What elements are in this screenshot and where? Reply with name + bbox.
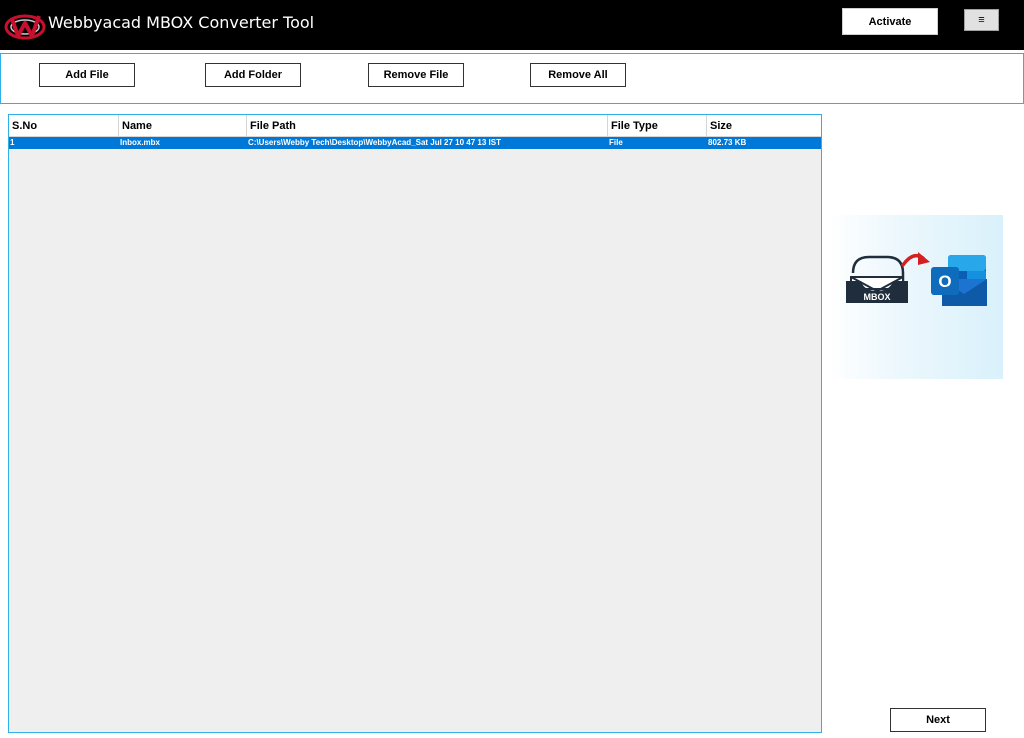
title-bar: Webbyacad MBOX Converter Tool Activate ≡ [0, 0, 1024, 50]
webbyacad-logo [4, 14, 46, 40]
column-header-file-path[interactable]: File Path [247, 115, 608, 136]
arrow-icon [901, 252, 930, 267]
mbox-tray-icon: MBOX [846, 255, 908, 303]
column-header-sno[interactable]: S.No [9, 115, 119, 136]
table-row[interactable]: 1 Inbox.mbx C:\Users\Webby Tech\Desktop\… [9, 137, 821, 149]
cell-size: 802.73 KB [708, 138, 747, 147]
cell-file-path: C:\Users\Webby Tech\Desktop\WebbyAcad_Sa… [248, 138, 501, 147]
column-header-name[interactable]: Name [119, 115, 247, 136]
activate-button[interactable]: Activate [842, 8, 938, 35]
cell-file-type: File [609, 138, 623, 147]
app-title: Webbyacad MBOX Converter Tool [48, 13, 315, 32]
cell-name: Inbox.mbx [120, 138, 161, 147]
file-list-grid[interactable]: S.No Name File Path File Type Size 1 Inb… [8, 114, 822, 733]
mbox-label: MBOX [864, 292, 891, 302]
banner-graphic: MBOX O [846, 252, 987, 306]
toolbar: Add File Add Folder Remove File Remove A… [0, 53, 1024, 104]
remove-file-button[interactable]: Remove File [368, 63, 464, 87]
outlook-icon: O [931, 255, 987, 306]
cell-sno: 1 [10, 138, 15, 147]
outlook-letter: O [938, 272, 951, 291]
add-file-button[interactable]: Add File [39, 63, 135, 87]
remove-all-button[interactable]: Remove All [530, 63, 626, 87]
grid-header: S.No Name File Path File Type Size [9, 115, 821, 137]
add-folder-button[interactable]: Add Folder [205, 63, 301, 87]
next-button[interactable]: Next [890, 708, 986, 732]
hamburger-menu-icon[interactable]: ≡ [964, 9, 999, 31]
column-header-file-type[interactable]: File Type [608, 115, 707, 136]
mbox-to-outlook-banner: MBOX O [829, 215, 1003, 379]
column-header-size[interactable]: Size [707, 115, 821, 136]
